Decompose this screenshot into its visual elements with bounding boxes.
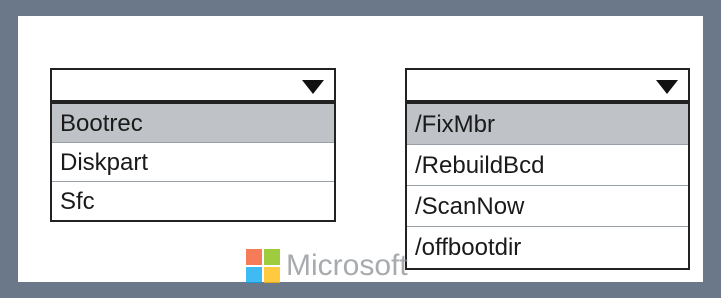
command-dropdown[interactable] xyxy=(50,68,336,102)
switch-option-rebuildbcd[interactable]: /RebuildBcd xyxy=(407,145,688,186)
microsoft-watermark: Microsoft xyxy=(246,248,408,284)
switch-option-fixmbr[interactable]: /FixMbr xyxy=(407,104,688,145)
logo-square-blue xyxy=(246,267,262,283)
microsoft-logo-icon xyxy=(246,249,280,283)
command-option-sfc[interactable]: Sfc xyxy=(52,182,334,221)
switch-option-offbootdir[interactable]: /offbootdir xyxy=(407,227,688,268)
microsoft-wordmark: Microsoft xyxy=(286,249,408,282)
switch-options-list: /FixMbr /RebuildBcd /ScanNow /offbootdir xyxy=(405,102,690,270)
command-option-bootrec[interactable]: Bootrec xyxy=(52,104,334,143)
switch-dropdown[interactable] xyxy=(405,68,690,102)
dropdown-arrow-icon[interactable] xyxy=(656,80,678,94)
logo-square-red xyxy=(246,249,262,265)
logo-square-yellow xyxy=(264,267,280,283)
switch-option-scannow[interactable]: /ScanNow xyxy=(407,186,688,227)
dropdown-arrow-icon[interactable] xyxy=(302,80,324,94)
question-panel: Bootrec Diskpart Sfc /FixMbr /RebuildBcd… xyxy=(18,16,703,284)
command-options-list: Bootrec Diskpart Sfc xyxy=(50,102,336,222)
command-option-diskpart[interactable]: Diskpart xyxy=(52,143,334,182)
logo-square-green xyxy=(264,249,280,265)
